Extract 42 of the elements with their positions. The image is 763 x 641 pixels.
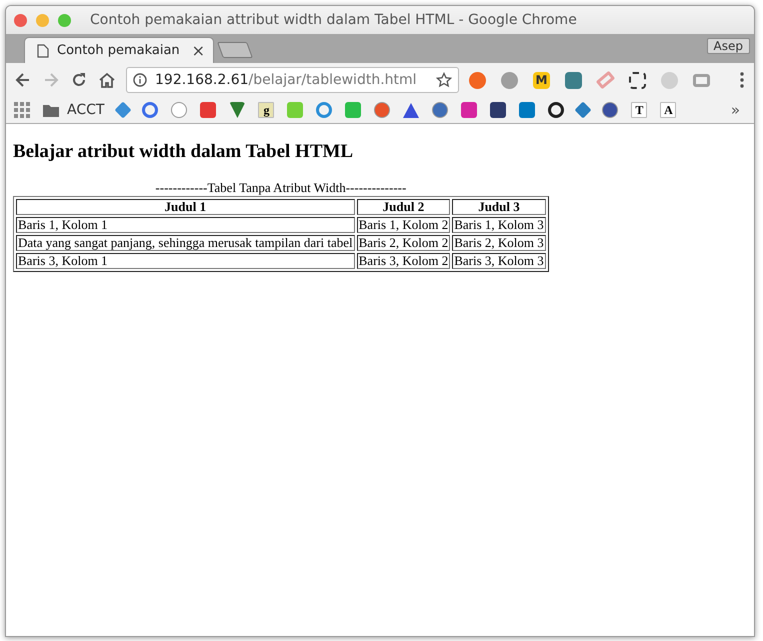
- bookmark-icon[interactable]: T: [631, 102, 648, 118]
- bookmark-icon[interactable]: [490, 102, 506, 118]
- bookmark-icon[interactable]: g: [258, 102, 274, 118]
- bookmark-folder[interactable]: ACCT: [43, 102, 104, 118]
- profile-button[interactable]: Asep: [706, 38, 750, 54]
- menu-icon[interactable]: [740, 72, 744, 88]
- table-cell: Baris 1, Kolom 1: [16, 217, 355, 233]
- table-cell: Baris 3, Kolom 2: [356, 253, 450, 269]
- new-tab-button[interactable]: [217, 42, 253, 58]
- home-icon[interactable]: [98, 71, 116, 89]
- back-icon[interactable]: [14, 71, 32, 89]
- apps-icon[interactable]: [14, 102, 30, 118]
- page-heading: Belajar atribut width dalam Tabel HTML: [13, 141, 354, 163]
- table-cell: Baris 1, Kolom 2: [356, 217, 450, 233]
- more-bookmarks-button[interactable]: »: [730, 101, 740, 119]
- column-header: Judul 1: [16, 199, 355, 215]
- bookmark-icon[interactable]: A: [660, 102, 676, 118]
- reload-icon[interactable]: [70, 71, 88, 89]
- table-cell: Baris 2, Kolom 2: [356, 235, 450, 251]
- extension-icon[interactable]: M: [533, 72, 550, 88]
- bookmark-icon[interactable]: [548, 102, 564, 118]
- page-icon: [37, 44, 49, 58]
- tab-title: Contoh pemakaian: [57, 43, 181, 58]
- url-text: 192.168.2.61/belajar/tablewidth.html: [155, 72, 418, 88]
- window-title: Contoh pemakaian attribut width dalam Tabel HTML - Google Chrome: [90, 12, 577, 28]
- table-caption: ------------Tabel Tanpa Atribut Width--------------: [154, 180, 408, 196]
- browser-tab[interactable]: Contoh pemakaian ×: [24, 37, 214, 63]
- column-header: Judul 2: [356, 199, 450, 215]
- close-icon[interactable]: [14, 14, 27, 26]
- column-header: Judul 3: [452, 199, 546, 215]
- table-cell: Baris 1, Kolom 3: [452, 217, 546, 233]
- close-tab-button[interactable]: ×: [192, 41, 205, 60]
- table-cell: Baris 3, Kolom 1: [16, 253, 355, 269]
- info-icon: [133, 73, 147, 87]
- table-cell: Baris 2, Kolom 3: [452, 235, 546, 251]
- bookmark-label: ACCT: [67, 102, 104, 118]
- extension-icon[interactable]: [629, 72, 646, 88]
- bookmark-icon[interactable]: [602, 102, 618, 118]
- address-bar[interactable]: 192.168.2.61/belajar/tablewidth.html: [126, 67, 459, 93]
- table-cell: Baris 3, Kolom 3: [452, 253, 546, 269]
- table-cell: Data yang sangat panjang, sehingga merusak tampilan dari tabel: [16, 235, 355, 251]
- star-icon[interactable]: [436, 72, 452, 88]
